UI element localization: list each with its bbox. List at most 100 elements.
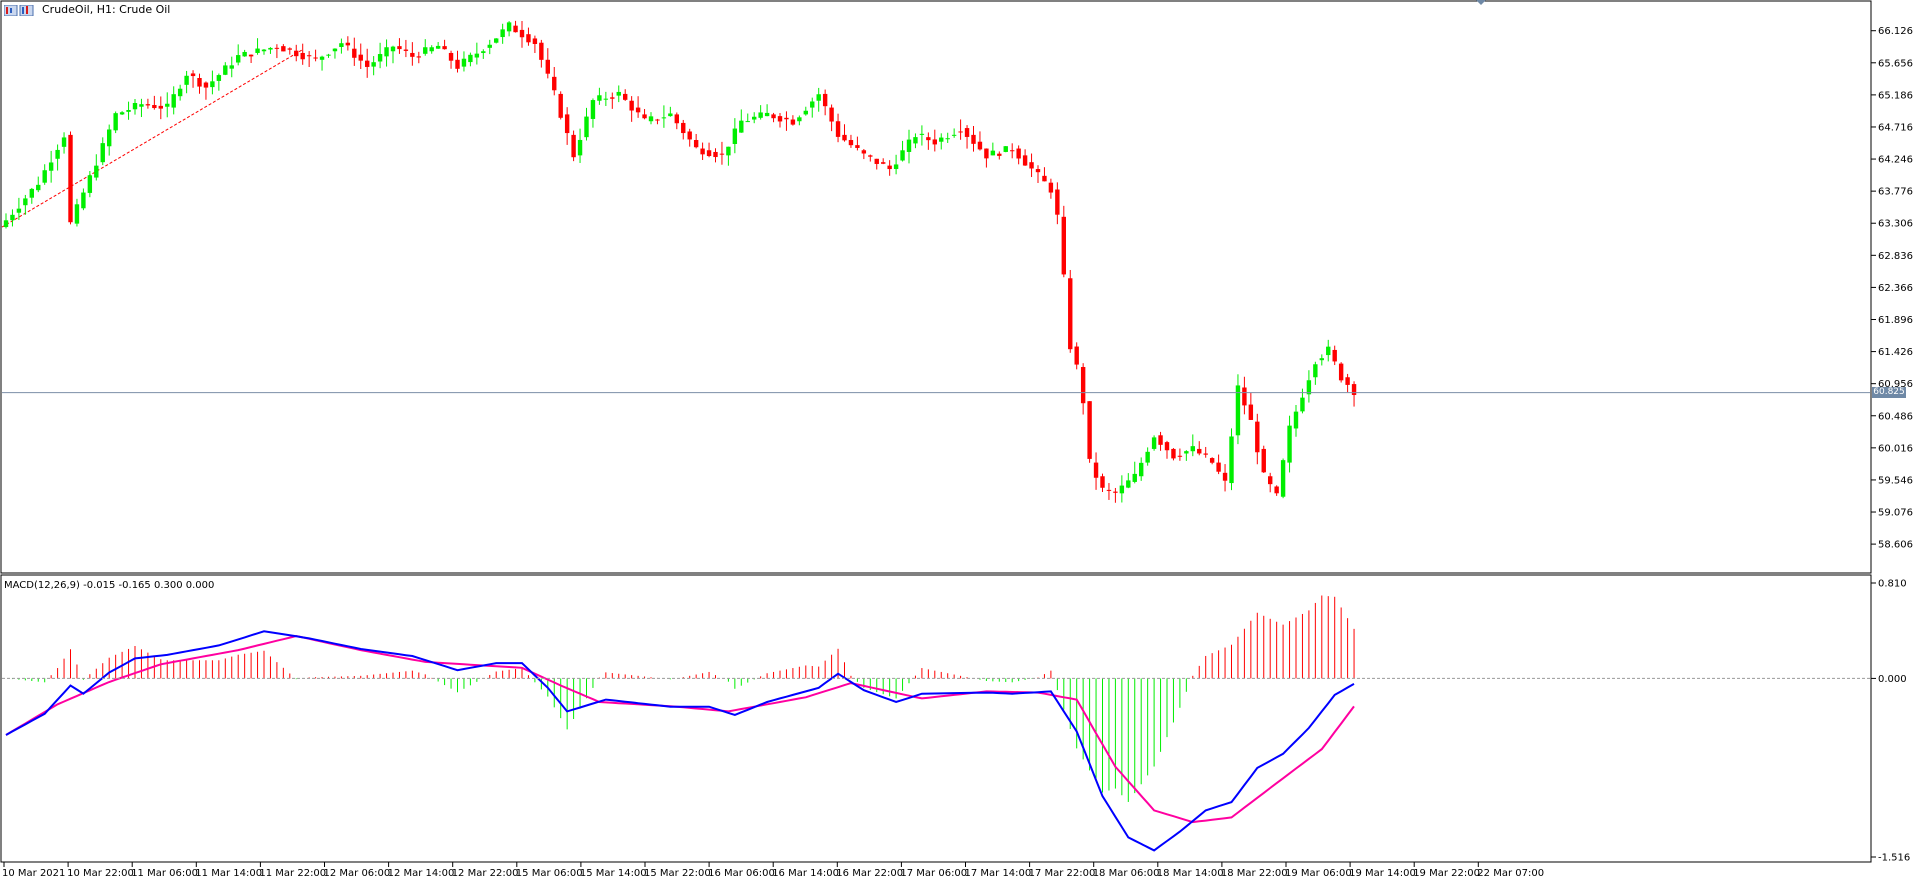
candle-body [81,192,86,209]
price-axis: 66.126 65.656 65.186 64.716 64.246 63.776 63.3… [1871,26,1913,551]
candle [706,142,712,158]
candle-body [281,46,286,52]
candle [939,133,944,150]
time-tick-label: 12 Mar 22:00 [452,868,519,879]
candle [300,43,305,65]
chart-title: CrudeOil, H1: Crude Oil [42,3,171,16]
candle-body [623,93,628,100]
candle [48,150,54,183]
candle [745,113,750,123]
candle [668,106,673,117]
candle-body [1113,491,1118,493]
candle-body [261,49,267,52]
time-tick-label: 10 Mar 22:00 [67,868,134,879]
candle [1126,473,1131,489]
candle-body [971,134,976,144]
candle-body [48,162,54,171]
candle-body [739,120,744,133]
candle-body [803,110,808,115]
candle [848,134,854,148]
chart-window-icon [4,5,34,16]
candle-body [1332,349,1337,362]
macd-tick-label: 0.810 [1878,579,1907,590]
candle [145,98,151,109]
candle-body [732,128,738,144]
candle-body [1209,458,1215,463]
candle-body [403,49,409,51]
candle-body [900,150,905,161]
candle-body [913,137,918,144]
candle-body [848,140,854,146]
price-tick-label: 66.126 [1878,26,1913,37]
candle [842,124,847,142]
candle-body [668,113,673,117]
trendline-segment[interactable] [1,49,303,228]
candle [313,49,318,62]
current-price-tag: 60.825 [1872,387,1906,399]
candle [248,54,254,63]
candle [642,108,647,120]
candle-body [822,93,828,107]
candle [229,56,234,78]
candle-body [861,150,867,154]
candle [1080,363,1086,415]
candle [429,45,434,54]
candle [732,118,738,154]
candle-body [274,47,280,49]
shift-marker-icon[interactable] [1476,0,1486,5]
candle-body [1100,476,1105,488]
candle-body [1345,377,1350,385]
macd-main-line [5,630,1355,852]
candle-body [874,158,879,164]
candle [855,136,860,151]
candle-body [29,188,34,198]
candle-body [984,148,989,159]
candle [822,89,828,116]
candle-body [797,117,802,122]
time-axis: 10 Mar 2021 10 Mar 22:0011 Mar 06:0011 Ma… [2,862,1544,879]
candle [739,109,744,133]
candle-body [126,110,131,112]
candle [1003,145,1008,153]
price-tick-label: 60.016 [1878,443,1913,454]
candle [274,44,280,59]
candle-body [55,149,60,159]
chart-canvas: 66.126 65.656 65.186 64.716 64.246 63.776 63.3… [0,0,1913,879]
candle [964,125,970,149]
candle [500,23,505,44]
time-tick-label: 15 Mar 06:00 [516,868,583,879]
time-tick-label: 17 Mar 14:00 [965,868,1032,879]
trendline[interactable] [1,49,303,228]
candle [835,113,841,143]
price-tick-label: 65.656 [1878,58,1913,69]
candle [764,104,770,117]
candle [797,115,802,126]
candle [932,129,937,152]
candle-body [494,38,499,43]
candle [1119,475,1125,503]
candle [635,96,641,118]
candle-body [1280,460,1286,497]
price-tick-label: 63.306 [1878,219,1913,230]
candle-body [939,137,944,142]
candle-body [42,170,47,183]
candle [261,48,267,55]
candle-body [416,56,421,58]
candle-body [687,131,692,140]
candle-body [223,65,228,75]
candle-body [410,52,415,57]
candle-body [184,75,189,85]
candle-body [197,77,202,87]
candle-body [539,42,544,60]
candle-body [36,184,41,191]
candle-body [319,56,325,60]
candle [1100,473,1105,493]
candle-body [468,54,473,63]
candle [519,20,525,48]
candle [36,176,41,193]
time-tick-label: 11 Mar 06:00 [131,868,198,879]
candle-body [216,75,222,81]
candle [1313,361,1318,385]
candle-body [61,137,67,147]
candle [893,154,899,175]
